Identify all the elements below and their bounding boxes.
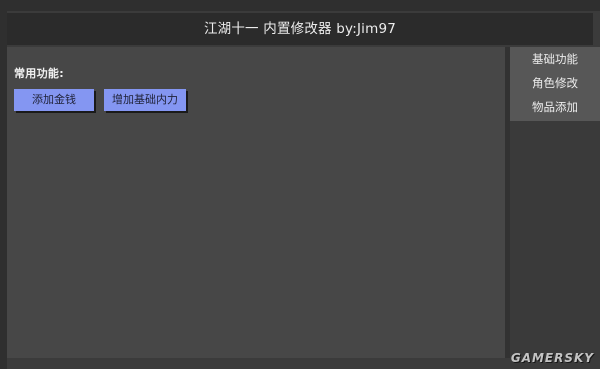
- section-label-common-functions: 常用功能:: [14, 67, 64, 80]
- sidebar-tab-item-add[interactable]: 物品添加: [510, 95, 600, 119]
- top-frame-strip: [0, 0, 600, 11]
- sidebar-tab-character-edit[interactable]: 角色修改: [510, 71, 600, 95]
- gamersky-watermark: GAMERSKY: [510, 351, 594, 365]
- increase-base-internal-power-button[interactable]: 增加基础内力: [104, 89, 186, 111]
- main-panel: 常用功能: 添加金钱 增加基础内力: [7, 47, 505, 358]
- screen: 江湖十一 内置修改器 by:Jim97 常用功能: 添加金钱 增加基础内力 基础…: [0, 0, 600, 369]
- sidebar-tab-basic-functions[interactable]: 基础功能: [510, 47, 600, 71]
- add-money-button[interactable]: 添加金钱: [14, 89, 94, 111]
- window-title: 江湖十一 内置修改器 by:Jim97: [203, 21, 397, 37]
- sidebar: 基础功能 角色修改 物品添加: [510, 47, 600, 358]
- window-title-bar: 江湖十一 内置修改器 by:Jim97: [7, 13, 593, 45]
- sidebar-tab-group: 基础功能 角色修改 物品添加: [510, 47, 600, 121]
- left-frame-strip: [0, 11, 7, 369]
